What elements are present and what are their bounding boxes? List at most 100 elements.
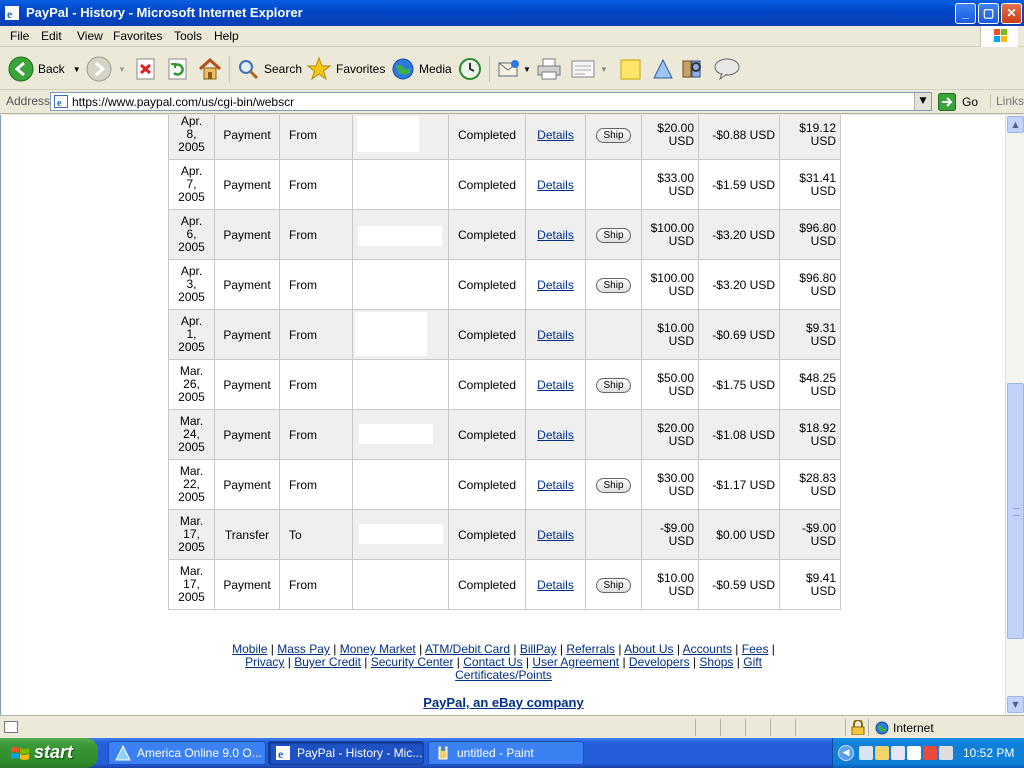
menu-view[interactable]: View [77,29,103,43]
alert-icon[interactable] [923,746,937,760]
net-line: $9.41 [805,570,836,585]
chat-button[interactable] [713,54,741,84]
details-link[interactable]: Details [537,378,574,392]
scroll-up-icon[interactable]: ▲ [1007,116,1024,133]
footer-link[interactable]: ATM/Debit Card [425,642,510,656]
svg-text:e: e [57,98,62,108]
menu-file[interactable]: File [10,29,29,43]
forward-button[interactable]: ▼ [86,54,126,84]
maximize-button[interactable]: ▢ [978,3,999,24]
details-link[interactable]: Details [537,578,574,592]
edit-dropdown-icon[interactable]: ▼ [600,65,608,74]
task-paypal-history[interactable]: e PayPal - History - Mic... [268,741,424,765]
menu-help[interactable]: Help [214,29,239,43]
footer-link[interactable]: Certificates/Points [455,668,552,682]
transaction-direction: From [289,377,317,392]
stop-button[interactable] [134,54,158,84]
mail-dropdown-icon[interactable]: ▼ [523,65,531,74]
footer-link[interactable]: Gift [743,655,762,669]
footer-link[interactable]: Security Center [371,655,454,669]
details-link[interactable]: Details [537,178,574,192]
footer-link[interactable]: Mobile [232,642,267,656]
net-cell: $96.80 USD [779,209,841,260]
counterparty-cell [352,409,449,460]
task-aol[interactable]: America Online 9.0 O... [108,741,266,765]
scroll-down-icon[interactable]: ▼ [1007,696,1024,713]
details-link[interactable]: Details [537,328,574,342]
tray-expand-icon[interactable]: ◀ [838,745,854,761]
footer-link[interactable]: Money Market [340,642,416,656]
ship-button[interactable]: Ship [596,227,631,243]
back-label: Back [38,62,65,76]
status-cell: Completed [448,115,526,160]
forward-arrow-icon [86,56,112,82]
home-button[interactable] [197,54,223,84]
footer-link[interactable]: About Us [624,642,673,656]
menu-tools[interactable]: Tools [174,29,202,43]
start-button[interactable]: start [0,738,98,768]
footer-link[interactable]: User Agreement [532,655,619,669]
status-cell: Completed [448,409,526,460]
back-dropdown-icon[interactable]: ▼ [73,65,81,74]
ship-button[interactable]: Ship [596,577,631,593]
footer-link[interactable]: Buyer Credit [294,655,361,669]
footer-link[interactable]: Referrals [566,642,615,656]
search-button[interactable]: Search [236,54,302,84]
ship-button[interactable]: Ship [596,477,631,493]
close-button[interactable]: ✕ [1001,3,1022,24]
details-link[interactable]: Details [537,228,574,242]
ebay-company-link[interactable]: PayPal, an eBay company [1,695,1005,710]
messenger-button[interactable] [651,54,675,84]
refresh-button[interactable] [166,54,190,84]
history-button[interactable] [458,54,482,84]
details-link[interactable]: Details [537,428,574,442]
links-button[interactable]: Links [990,94,1024,108]
footer-link[interactable]: Shops [699,655,733,669]
details-link[interactable]: Details [537,278,574,292]
title-bar[interactable]: e PayPal - History - Microsoft Internet … [0,0,1024,26]
footer-link[interactable]: Privacy [245,655,284,669]
media-button[interactable]: Media [391,54,452,84]
menu-favorites[interactable]: Favorites [113,29,162,43]
amount-cell: $10.00 USD [641,559,699,610]
print-button[interactable] [536,54,562,84]
details-link[interactable]: Details [537,128,574,142]
footer-link[interactable]: Accounts [683,642,732,656]
footer-link[interactable]: Contact Us [463,655,522,669]
scroll-thumb[interactable] [1007,383,1024,639]
table-row: Mar. 22, 2005 Payment From Completed Details Sh… [168,459,841,510]
edit-button[interactable]: ▼ [570,54,608,84]
address-input[interactable]: e https://www.paypal.com/us/cgi-bin/webs… [50,92,932,111]
discuss-button[interactable] [619,54,643,84]
network-icon[interactable] [859,746,873,760]
footer-link[interactable]: Mass Pay [277,642,330,656]
device-icon[interactable] [939,746,953,760]
details-link[interactable]: Details [537,528,574,542]
details-link[interactable]: Details [537,478,574,492]
ship-cell: Ship [585,459,642,510]
security-shield-icon[interactable] [891,746,905,760]
address-dropdown-icon[interactable]: ▼ [914,93,931,110]
back-button[interactable]: Back ▼ [8,54,81,84]
antivirus-icon[interactable] [907,746,921,760]
volume-icon[interactable] [875,746,889,760]
go-button[interactable]: Go [938,93,978,111]
favorites-button[interactable]: Favorites [306,54,385,84]
date-line: 2005 [178,490,205,504]
menu-edit[interactable]: Edit [41,29,62,43]
ship-button[interactable]: Ship [596,377,631,393]
net-line: USD [810,183,836,198]
mail-button[interactable]: ▼ [497,54,531,84]
footer-link[interactable]: BillPay [520,642,557,656]
vertical-scrollbar[interactable]: ▲ ▼ [1005,115,1024,715]
ship-button[interactable]: Ship [596,127,631,143]
footer-link[interactable]: Fees [742,642,769,656]
minimize-button[interactable]: _ [955,3,976,24]
task-paint[interactable]: untitled - Paint [428,741,584,765]
forward-dropdown-icon[interactable]: ▼ [118,65,126,74]
counterparty-cell [352,559,449,610]
research-button[interactable] [680,54,704,84]
footer-link[interactable]: Developers [629,655,690,669]
net-line: USD [810,583,836,598]
ship-button[interactable]: Ship [596,277,631,293]
